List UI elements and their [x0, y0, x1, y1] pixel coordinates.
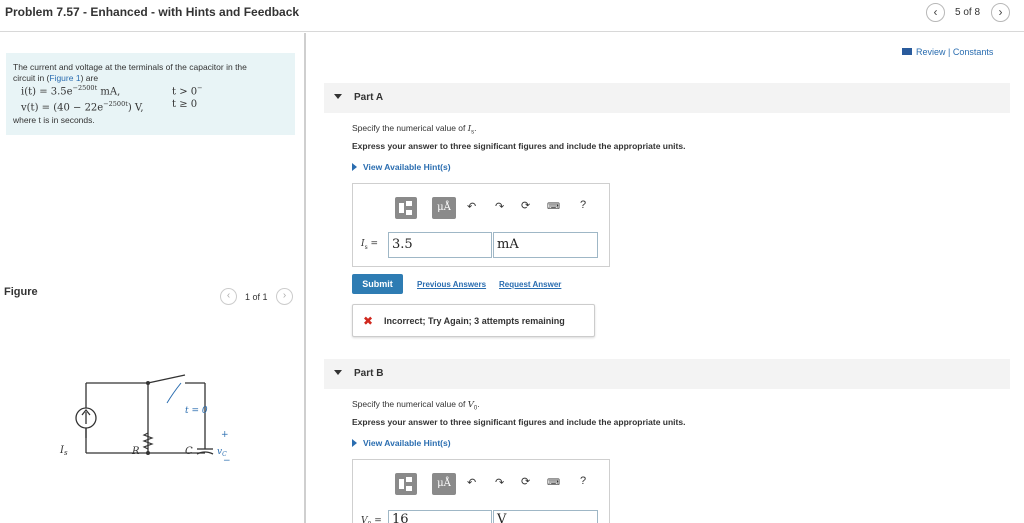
current-condition: t > 0−	[172, 84, 203, 98]
part-a-submit-button[interactable]: Submit	[352, 274, 403, 294]
caret-right-icon	[352, 439, 357, 447]
part-b-hint-toggle[interactable]: View Available Hint(s)	[352, 438, 451, 448]
switch	[147, 374, 186, 384]
part-a-hint-toggle[interactable]: View Available Hint(s)	[352, 162, 451, 172]
units-icon[interactable]: μÅ	[432, 473, 456, 495]
part-a-feedback: ✖ Incorrect; Try Again; 3 attempts remai…	[352, 304, 595, 337]
feedback-message: Incorrect; Try Again; 3 attempts remaini…	[384, 316, 565, 326]
part-b-answer-box: μÅ ↶ ↷ ⟳ ⌨ ? V0 = 16 V	[352, 459, 610, 523]
voltage-condition: t ≥ 0	[172, 99, 198, 110]
figure-prev-button[interactable]: ‹	[220, 288, 237, 305]
part-a-label: Part A	[354, 92, 384, 103]
part-b-label: Part B	[354, 368, 384, 379]
constants-link[interactable]: Constants	[953, 47, 994, 57]
request-answer-link[interactable]: Request Answer	[499, 280, 561, 289]
plus-label: +	[221, 430, 229, 440]
previous-answers-link[interactable]: Previous Answers	[417, 280, 486, 289]
keyboard-icon[interactable]: ⌨	[547, 477, 560, 488]
reset-icon[interactable]: ⟳	[521, 475, 530, 488]
resistor-label: R	[131, 446, 140, 457]
column-divider	[304, 33, 306, 523]
problem-intro-line-1: The current and voltage at the terminals…	[13, 62, 247, 72]
part-b-unit-input[interactable]: V	[493, 510, 598, 523]
page: Problem 7.57 - Enhanced - with Hints and…	[0, 0, 1024, 523]
figure-link[interactable]: Figure 1	[49, 73, 80, 83]
undo-icon[interactable]: ↶	[467, 200, 476, 213]
current-equation: i(t) = 3.5e−2500t mA,	[21, 84, 121, 98]
redo-icon[interactable]: ↷	[495, 200, 504, 213]
chevron-right-icon: ›	[282, 290, 287, 301]
problem-title: Problem 7.57 - Enhanced - with Hints and…	[5, 5, 300, 19]
part-a-unit-input[interactable]: mA	[493, 232, 598, 258]
time-units-note: where t is in seconds.	[13, 115, 95, 125]
problem-pager: 5 of 8	[955, 7, 981, 18]
left-panel: The current and voltage at the terminals…	[0, 33, 304, 523]
switch-label: t = 0	[185, 406, 208, 416]
help-icon[interactable]: ?	[580, 199, 586, 211]
review-link[interactable]: Review	[916, 47, 946, 57]
collapse-triangle-icon	[334, 370, 342, 375]
part-b-header[interactable]: Part B	[324, 359, 1010, 389]
caret-right-icon	[352, 163, 357, 171]
voltage-equation: v(t) = (40 − 22e−2500t) V,	[21, 100, 144, 114]
reset-icon[interactable]: ⟳	[521, 199, 530, 212]
next-problem-button[interactable]: ›	[991, 3, 1010, 22]
units-icon[interactable]: μÅ	[432, 197, 456, 219]
prev-problem-button[interactable]: ‹	[926, 3, 945, 22]
part-a-variable-label: Is =	[361, 239, 379, 251]
review-icon	[902, 48, 912, 55]
figure-heading: Figure	[4, 286, 38, 298]
chevron-left-icon: ‹	[933, 5, 938, 19]
figure-next-button[interactable]: ›	[276, 288, 293, 305]
chevron-right-icon: ›	[998, 5, 1003, 19]
templates-icon[interactable]	[395, 197, 417, 219]
part-a-instruction: Express your answer to three significant…	[352, 141, 686, 151]
part-b-instruction: Express your answer to three significant…	[352, 417, 686, 427]
collapse-triangle-icon	[334, 94, 342, 99]
redo-icon[interactable]: ↷	[495, 476, 504, 489]
part-a-answer-box: μÅ ↶ ↷ ⟳ ⌨ ? Is = 3.5 mA	[352, 183, 610, 267]
keyboard-icon[interactable]: ⌨	[547, 201, 560, 212]
help-icon[interactable]: ?	[580, 475, 586, 487]
error-x-icon: ✖	[363, 314, 374, 328]
part-b-prompt: Specify the numerical value of V0.	[352, 399, 480, 412]
top-bar: Problem 7.57 - Enhanced - with Hints and…	[0, 0, 1024, 32]
part-b-value-input[interactable]: 16	[388, 510, 492, 523]
chevron-left-icon: ‹	[226, 290, 231, 301]
circuit-diagram: t = 0 Is R C + vC −	[59, 374, 231, 463]
part-a-prompt: Specify the numerical value of Is.	[352, 123, 477, 136]
source-label: Is	[59, 445, 68, 457]
figure-pager: 1 of 1	[245, 292, 268, 302]
part-a-header[interactable]: Part A	[324, 83, 1010, 113]
capacitor-label: C	[185, 446, 193, 457]
part-b-variable-label: V0 =	[361, 516, 382, 523]
minus-label: −	[223, 456, 231, 463]
review-constants-links: Review | Constants	[902, 47, 993, 57]
part-a-value-input[interactable]: 3.5	[388, 232, 492, 258]
templates-icon[interactable]	[395, 473, 417, 495]
problem-statement: The current and voltage at the terminals…	[6, 53, 295, 135]
undo-icon[interactable]: ↶	[467, 476, 476, 489]
